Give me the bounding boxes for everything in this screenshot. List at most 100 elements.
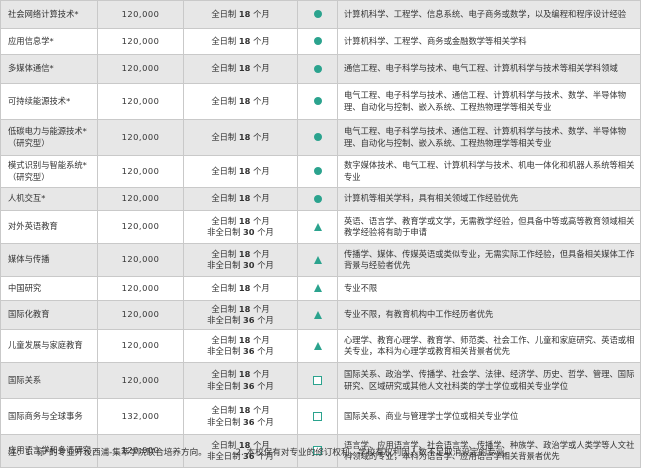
category-marker: [297, 329, 338, 363]
filled-circle-icon: [313, 133, 322, 142]
admission-requirement: 传播学、媒体、传媒英语或类似专业，无需实际工作经验，但具备相关媒体工作背景与经验…: [337, 243, 641, 277]
duration-mode: 非全日制: [207, 260, 241, 270]
duration-unit: 个月: [253, 303, 270, 314]
duration-number: 18: [238, 303, 251, 314]
duration-mode: 非全日制: [207, 416, 241, 427]
duration-number: 18: [238, 95, 251, 106]
duration-line: 全日制 18 个月: [187, 132, 294, 144]
table-row: 媒体与传播 120,000 全日制 18 个月 非全日制 30 个月 传播学、媒体、传媒…: [0, 243, 641, 277]
tuition-fee: 120,000: [97, 243, 184, 277]
duration-number: 18: [238, 63, 251, 74]
duration-mode: 全日制: [211, 35, 237, 46]
duration-line: 全日制 18 个月: [187, 335, 294, 347]
admission-requirement: 国际关系、政治学、传播学、社会学、法律、经济学、历史、哲学、管理、国际研究、区域…: [337, 362, 641, 399]
duration-line: 全日制 18 个月: [187, 63, 294, 75]
program-name: 模式识别与智能系统*（研究型）: [0, 155, 98, 188]
tuition-fee: 120,000: [97, 362, 184, 399]
duration-unit: 个月: [253, 165, 270, 176]
filled-triangle-icon: [313, 310, 322, 319]
duration-unit: 个月: [253, 131, 270, 142]
study-duration: 全日制 18 个月 非全日制 36 个月: [183, 300, 298, 330]
tuition-fee: 120,000: [97, 83, 184, 120]
duration-number: 18: [238, 282, 251, 293]
duration-number: 36: [243, 416, 255, 427]
tuition-fee: 132,000: [97, 398, 184, 435]
admission-requirement: 数字媒体技术、电气工程、计算机科学与技术、机电一体化和机器人系统等相关专业: [337, 155, 641, 188]
duration-mode: 全日制: [211, 369, 237, 379]
duration-line: 全日制 18 个月: [187, 249, 294, 261]
category-marker: [297, 276, 338, 301]
study-duration: 全日制 18 个月: [183, 276, 298, 301]
category-marker: [297, 210, 338, 244]
tuition-fee: 120,000: [97, 329, 184, 363]
category-marker: [297, 119, 338, 156]
category-marker: [297, 83, 338, 120]
admission-requirement: 电气工程、电子科学与技术、通信工程、计算机科学与技术、数学、半导体物理、自动化与…: [337, 83, 641, 120]
tuition-fee: 120,000: [97, 0, 184, 29]
duration-line: 非全日制 36 个月: [187, 417, 294, 429]
admission-requirement: 电气工程、电子科学与技术、通信工程、计算机科学与技术、数学、半导体物理、自动化与…: [337, 119, 641, 156]
program-name: 国际商务与全球事务: [0, 398, 98, 435]
table-row: 对外英语教育 120,000 全日制 18 个月 非全日制 30 个月 英语、语言学、教…: [0, 210, 641, 244]
admission-requirement: 专业不限: [337, 276, 641, 301]
category-marker: [297, 187, 338, 211]
duration-line: 非全日制 36 个月: [187, 381, 294, 393]
filled-circle-icon: [313, 194, 322, 203]
duration-unit: 个月: [253, 193, 270, 204]
duration-number: 18: [238, 405, 251, 415]
duration-line: 全日制 18 个月: [187, 96, 294, 108]
hollow-square-icon: [313, 411, 322, 421]
duration-mode: 全日制: [211, 303, 237, 314]
duration-unit: 个月: [257, 315, 274, 325]
filled-circle-icon: [313, 64, 322, 73]
duration-mode: 非全日制: [207, 380, 241, 391]
duration-unit: 个月: [253, 35, 270, 46]
program-name: 对外英语教育: [0, 210, 98, 244]
admission-requirement: 心理学、教育心理学、教育学、师范类、社会工作、儿童和家庭研究、英语或相关专业，本…: [337, 329, 641, 363]
study-duration: 全日制 18 个月 非全日制 36 个月: [183, 329, 298, 363]
table-row: 应用信息学* 120,000 全日制 18 个月 计算机科学、工程学、商务或金融数学等…: [0, 28, 641, 55]
category-marker: [297, 398, 338, 435]
footnote-1: 注：1. 标*的专业开设西浦-集萃学院联合培养方向。: [8, 448, 207, 458]
admission-requirement: 计算机等相关学科，具有相关领域工作经验优先: [337, 187, 641, 211]
duration-number: 36: [243, 346, 255, 356]
admission-requirement: 通信工程、电子科学与技术、电气工程、计算机科学与技术等相关学科领域: [337, 54, 641, 84]
table-row: 人机交互* 120,000 全日制 18 个月 计算机等相关学科，具有相关领域工作经验…: [0, 187, 641, 211]
duration-number: 18: [238, 35, 251, 46]
duration-number: 18: [238, 8, 251, 19]
duration-number: 30: [243, 227, 255, 237]
category-marker: [297, 155, 338, 188]
study-duration: 全日制 18 个月 非全日制 30 个月: [183, 243, 298, 277]
duration-unit: 个月: [253, 8, 270, 19]
duration-line: 全日制 18 个月: [187, 283, 294, 295]
duration-number: 18: [238, 215, 251, 226]
tuition-fee: 120,000: [97, 28, 184, 55]
duration-unit: 个月: [253, 248, 270, 259]
duration-number: 18: [238, 165, 251, 176]
program-name: 应用信息学*: [0, 28, 98, 55]
filled-triangle-icon: [313, 255, 322, 264]
admission-requirement: 英语、语言学、教育学或文学，无需教学经验，但具备中等或高等教育领域相关教学经验将…: [337, 210, 641, 244]
duration-mode: 全日制: [211, 63, 237, 74]
program-name: 人机交互*: [0, 187, 98, 211]
category-marker: [297, 362, 338, 399]
duration-number: 18: [238, 193, 251, 204]
duration-mode: 全日制: [211, 95, 237, 106]
duration-line: 全日制 18 个月: [187, 166, 294, 178]
duration-unit: 个月: [253, 334, 270, 345]
admission-requirement: 计算机科学、工程学、商务或金融数学等相关学科: [337, 28, 641, 55]
duration-unit: 个月: [257, 380, 274, 391]
duration-unit: 个月: [253, 95, 270, 106]
table-row: 低碳电力与能源技术*（研究型） 120,000 全日制 18 个月 电气工程、电子科学…: [0, 119, 641, 156]
study-duration: 全日制 18 个月: [183, 119, 298, 156]
category-marker: [297, 54, 338, 84]
footnote-2: 2. 本校保有对专业的修订权利，学校有权利因人数不足取消设定的专业。: [235, 448, 513, 458]
duration-line: 全日制 18 个月: [187, 193, 294, 205]
tuition-fee: 120,000: [97, 54, 184, 84]
tuition-fee: 120,000: [97, 187, 184, 211]
study-duration: 全日制 18 个月: [183, 187, 298, 211]
category-marker: [297, 243, 338, 277]
program-table: 社会网络计算技术* 120,000 全日制 18 个月 计算机科学、工程学、信息系统、…: [0, 0, 641, 468]
study-duration: 全日制 18 个月: [183, 83, 298, 120]
duration-unit: 个月: [257, 227, 274, 237]
